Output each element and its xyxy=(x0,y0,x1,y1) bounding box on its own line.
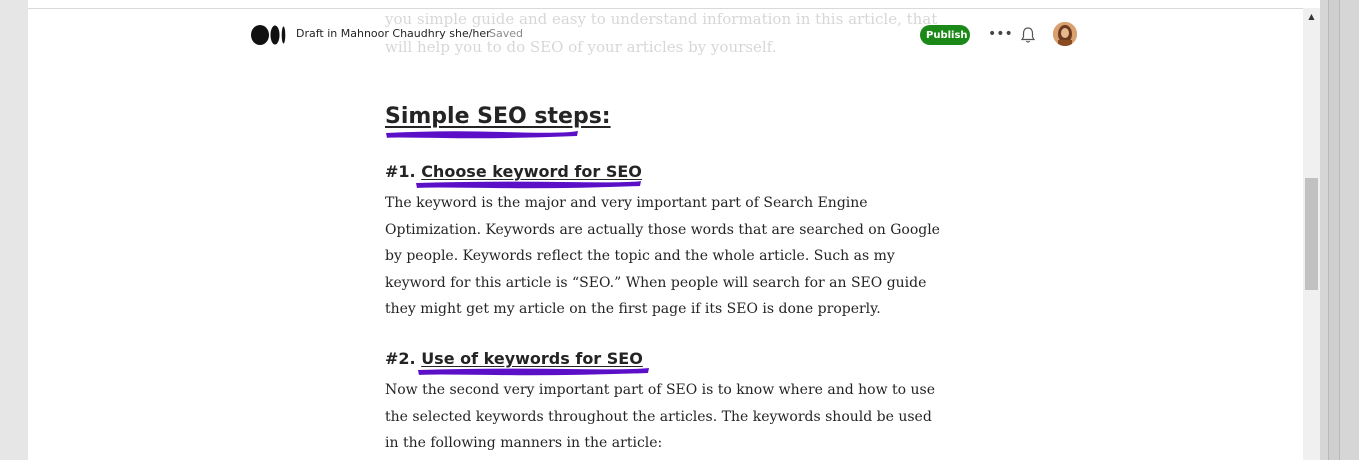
section2-line-2: the selected keywords throughout the art… xyxy=(385,408,932,425)
more-options-icon[interactable]: ••• xyxy=(988,25,1013,45)
medium-logo-icon[interactable] xyxy=(251,24,287,46)
section2-line-3: in the following manners in the article: xyxy=(385,435,663,451)
article-heading[interactable]: Simple SEO steps: xyxy=(385,104,611,129)
user-avatar[interactable] xyxy=(1053,22,1077,46)
browser-window: you simple guide and easy to understand … xyxy=(28,0,1320,460)
publish-button[interactable]: Publish xyxy=(920,25,970,45)
section1-line-2: Optimization. Keywords are actually thos… xyxy=(385,221,940,238)
section1-paragraph[interactable]: The keyword is the major and very import… xyxy=(385,190,955,323)
section2-title: Use of keywords for SEO xyxy=(421,349,643,368)
section1-line-3: by people. Keywords reflect the topic an… xyxy=(385,248,895,264)
section1-heading[interactable]: #1. Choose keyword for SEO xyxy=(385,162,642,181)
vertical-scrollbar[interactable]: ▲ xyxy=(1303,8,1320,460)
scrollbar-thumb[interactable] xyxy=(1305,178,1318,290)
bell-icon[interactable] xyxy=(1019,25,1037,45)
editor-header: Draft in Mahnoor Chaudhry she/her Saved … xyxy=(28,0,1303,70)
avatar-image xyxy=(1053,22,1077,46)
section2-heading[interactable]: #2. Use of keywords for SEO xyxy=(385,349,643,368)
section1-line-5: they might get my article on the first p… xyxy=(385,301,881,317)
section1-title: Choose keyword for SEO xyxy=(421,162,642,181)
scroll-up-arrow-icon[interactable]: ▲ xyxy=(1303,8,1320,25)
section2-prefix: #2. xyxy=(385,349,422,368)
outer-scrollbar-track xyxy=(1328,0,1340,460)
section1-line-4: keyword for this article is “SEO.” When … xyxy=(385,274,927,291)
section2-line-1: Now the second very important part of SE… xyxy=(385,382,936,398)
saved-status: Saved xyxy=(489,27,523,40)
outer-window-edge xyxy=(1320,0,1359,460)
section2-paragraph[interactable]: Now the second very important part of SE… xyxy=(385,377,955,457)
section1-line-1: The keyword is the major and very import… xyxy=(385,195,868,211)
section1-prefix: #1. xyxy=(385,162,422,181)
draft-location-label: Draft in Mahnoor Chaudhry she/her xyxy=(296,27,491,40)
